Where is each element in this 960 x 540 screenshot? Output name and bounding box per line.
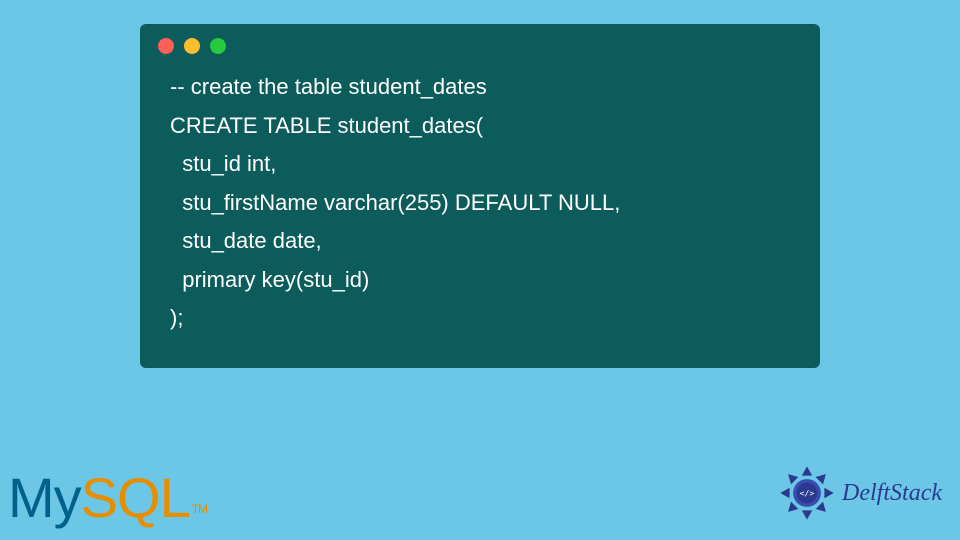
code-window: -- create the table student_dates CREATE… <box>140 24 820 368</box>
close-icon <box>158 38 174 54</box>
code-block: -- create the table student_dates CREATE… <box>140 62 820 348</box>
code-line: stu_firstName varchar(255) DEFAULT NULL, <box>170 190 620 215</box>
code-line: stu_id int, <box>170 151 276 176</box>
mysql-logo-sql: SQL <box>81 465 190 530</box>
code-line: stu_date date, <box>170 228 322 253</box>
code-line: -- create the table student_dates <box>170 74 487 99</box>
code-line: primary key(stu_id) <box>170 267 369 292</box>
window-titlebar <box>140 24 820 62</box>
code-line: CREATE TABLE student_dates( <box>170 113 483 138</box>
delftstack-logo: </> DelftStack <box>778 464 942 522</box>
delftstack-text: DelftStack <box>842 480 942 507</box>
mysql-logo: MySQLTM <box>8 465 207 530</box>
maximize-icon <box>210 38 226 54</box>
code-line: ); <box>170 305 183 330</box>
mysql-logo-my: My <box>8 465 81 530</box>
delftstack-badge-icon: </> <box>778 464 836 522</box>
svg-text:</>: </> <box>800 488 815 498</box>
minimize-icon <box>184 38 200 54</box>
mysql-logo-tm: TM <box>192 502 207 516</box>
